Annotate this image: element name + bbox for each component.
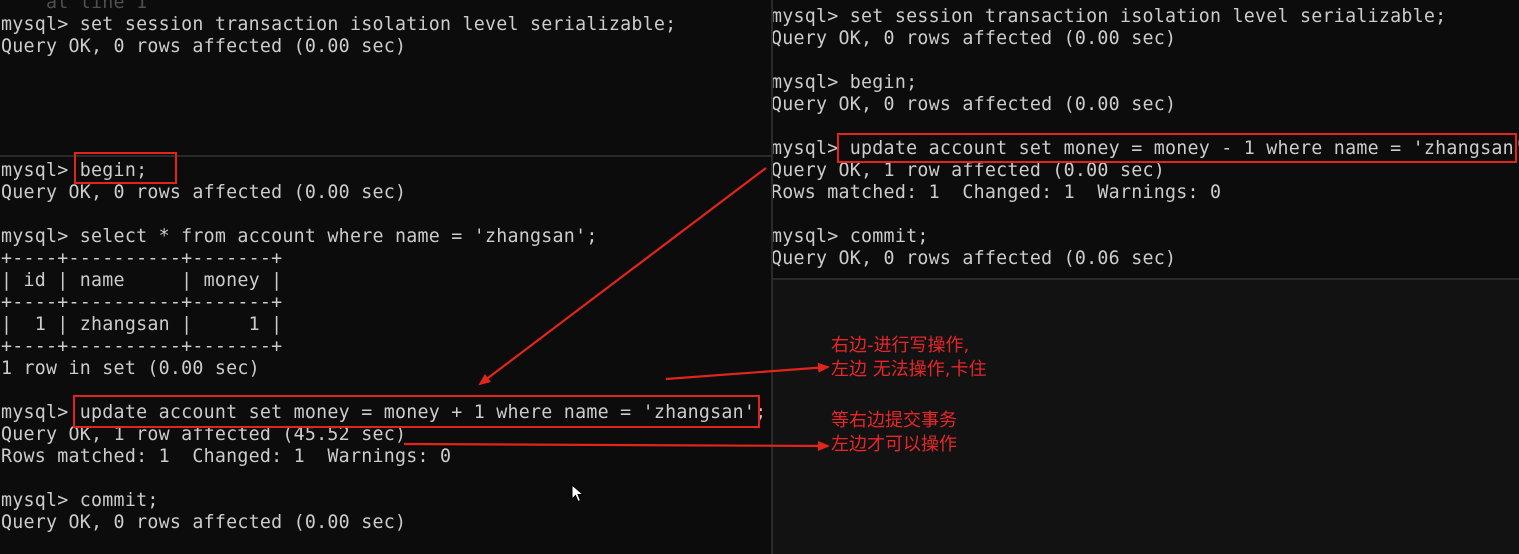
arrow-right-to-left-update xyxy=(478,167,767,386)
annotation-note-write-blocked: 右边-进行写操作, 左边 无法操作,卡住 xyxy=(831,334,986,382)
annotation-line: 左边才可以操作 xyxy=(831,434,957,455)
annotation-line: 右边-进行写操作, xyxy=(831,335,970,356)
annotation-note-commit-unblocks: 等右边提交事务 左边才可以操作 xyxy=(831,409,957,457)
annotation-line: 等右边提交事务 xyxy=(831,410,957,431)
annotation-line: 左边 无法操作,卡住 xyxy=(831,359,987,380)
mouse-pointer-icon xyxy=(571,484,585,503)
arrow-to-note-commit xyxy=(403,440,830,451)
annotation-arrows xyxy=(403,167,830,451)
arrow-to-note-stuck xyxy=(665,362,830,381)
